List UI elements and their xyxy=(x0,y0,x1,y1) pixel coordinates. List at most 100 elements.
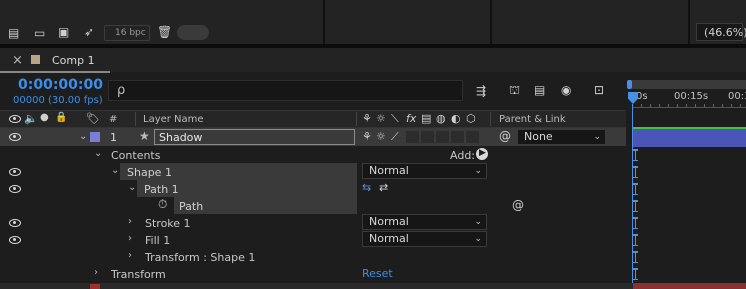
layer-label-color[interactable] xyxy=(90,132,100,142)
draft-3d-icon[interactable]: ⛫ xyxy=(509,84,520,96)
layer-search-input[interactable]: ρ xyxy=(108,80,463,101)
zoom-button[interactable]: (46.6%) xyxy=(696,23,746,41)
layer-quality-switch-icon[interactable]: ⟋ xyxy=(391,131,399,142)
timeline-keyframe-marker xyxy=(633,183,640,195)
collapse-switch-icon[interactable]: ☼ xyxy=(376,113,386,124)
path-label: Path xyxy=(179,200,204,213)
video-column-icon[interactable] xyxy=(9,115,21,123)
close-tab-icon[interactable]: × xyxy=(12,54,23,67)
label-column-icon[interactable]: 🏷 xyxy=(86,113,100,124)
shape1-blend-mode[interactable]: Normal ⌄ xyxy=(362,163,487,179)
timecode-display[interactable]: 0:00:00:00 xyxy=(18,78,103,92)
zoom-label: (46.6%) xyxy=(704,26,746,39)
frame-blend-switch-icon[interactable]: ▤ xyxy=(421,113,431,124)
add-content-button[interactable]: ▶ xyxy=(476,148,488,160)
panel-divider xyxy=(323,0,325,44)
fill1-visibility-eye-icon[interactable] xyxy=(9,236,21,244)
path-pick-whip-icon[interactable]: @ xyxy=(512,199,524,211)
parent-link-column-header[interactable]: Parent & Link xyxy=(499,115,566,125)
pick-whip-icon[interactable]: @ xyxy=(499,130,511,142)
dropdown-arrow-icon: ⌄ xyxy=(474,166,482,176)
layer-duration-bar[interactable] xyxy=(633,127,746,147)
effects-switch-icon[interactable]: fx xyxy=(406,113,416,124)
timeline-keyframe-marker xyxy=(633,268,640,280)
stroke1-blend-mode[interactable]: Normal ⌄ xyxy=(362,214,487,230)
add-label: Add: xyxy=(450,149,476,162)
path-direction-icon[interactable]: ⇆ xyxy=(362,182,371,193)
quality-switch-icon[interactable]: ⟍ xyxy=(391,113,399,124)
dropdown-arrow-icon: ⌄ xyxy=(474,234,482,244)
shape1-label: Shape 1 xyxy=(127,166,172,179)
ruler-ticks xyxy=(632,104,746,108)
fill1-label: Fill 1 xyxy=(145,234,171,247)
header-divider xyxy=(356,112,357,126)
contents-chevron-icon[interactable]: ⌄ xyxy=(94,149,102,159)
audio-column-icon[interactable]: 🔈 xyxy=(24,113,38,124)
bpc-button[interactable]: 16 bpc xyxy=(104,25,150,41)
3d-layer-switch-icon[interactable]: ⬡ xyxy=(466,113,476,124)
work-area-bar[interactable] xyxy=(628,80,746,89)
fill1-blend-mode[interactable]: Normal ⌄ xyxy=(362,231,487,247)
timeline-keyframe-marker xyxy=(633,200,640,212)
parent-dropdown[interactable]: None ⌄ xyxy=(517,129,606,145)
shy-layers-icon[interactable]: ▤ xyxy=(534,84,545,96)
fill1-chevron-icon[interactable]: › xyxy=(128,234,132,244)
shape-layer-star-icon: ★ xyxy=(139,129,150,143)
playhead[interactable] xyxy=(628,92,638,104)
tab-comp-1[interactable]: Comp 1 xyxy=(52,55,95,66)
new-composition-icon[interactable]: ▣ xyxy=(58,26,69,38)
transform-shape-chevron-icon[interactable]: › xyxy=(128,251,132,261)
reset-link[interactable]: Reset xyxy=(362,268,393,279)
shy-switch-icon[interactable]: ⚘ xyxy=(362,113,372,124)
timeline-keyframe-marker xyxy=(633,234,640,246)
timeline-keyframe-marker xyxy=(633,166,640,178)
motion-blur-switch-icon[interactable]: ◍ xyxy=(436,113,446,124)
dropdown-arrow-icon: ⌄ xyxy=(593,132,601,142)
timeline-keyframe-marker xyxy=(633,251,640,263)
stopwatch-icon[interactable]: ⏱ xyxy=(158,198,167,210)
interpret-footage-icon[interactable]: ▤ xyxy=(8,27,19,39)
layer-name-column-header[interactable]: Layer Name xyxy=(143,115,204,125)
search-icon: ρ xyxy=(117,83,126,98)
next-layer-label-color xyxy=(90,284,100,289)
header-divider xyxy=(135,112,136,126)
next-layer-bar xyxy=(633,283,746,289)
adjustment-switch-icon[interactable]: ◐ xyxy=(451,113,461,124)
path1-visibility-eye-icon[interactable] xyxy=(9,185,21,193)
lock-column-icon[interactable]: 🔒 xyxy=(55,113,67,123)
play-icon: ▶ xyxy=(479,148,486,158)
comp-mini-flowchart-icon[interactable]: ⇶ xyxy=(476,85,486,97)
render-icon[interactable]: ➶ xyxy=(84,26,94,38)
shape1-chevron-icon[interactable]: ⌄ xyxy=(111,166,119,176)
work-area-start[interactable] xyxy=(627,80,632,89)
frame-blending-icon[interactable]: ◉ xyxy=(561,84,571,96)
path-direction-reverse-icon[interactable]: ⇄ xyxy=(379,182,388,193)
stroke1-label: Stroke 1 xyxy=(145,217,191,230)
path1-chevron-icon[interactable]: ⌄ xyxy=(128,183,136,193)
path1-label: Path 1 xyxy=(144,183,179,196)
layer-switch-boxes[interactable] xyxy=(406,131,481,143)
layer-visibility-eye-icon[interactable] xyxy=(9,133,21,141)
shape1-visibility-eye-icon[interactable] xyxy=(9,168,21,176)
panel-divider xyxy=(688,0,690,44)
trash-icon[interactable]: 🗑 xyxy=(157,26,172,38)
panel-scrollbar[interactable] xyxy=(177,25,209,40)
stroke1-blend-value: Normal xyxy=(369,215,409,228)
transform-label: Transform xyxy=(111,268,166,281)
layer-shy-switch-icon[interactable]: ⚘ xyxy=(362,131,372,142)
layer-expand-chevron-icon[interactable]: ⌄ xyxy=(79,132,87,142)
solo-column-icon[interactable]: ● xyxy=(40,113,49,123)
layer-collapse-switch-icon[interactable]: ☼ xyxy=(376,131,386,142)
timeline-keyframe-marker xyxy=(633,149,640,161)
comp-color-swatch xyxy=(31,55,40,64)
transform-chevron-icon[interactable]: › xyxy=(94,268,98,278)
layer-name-field[interactable]: Shadow xyxy=(154,129,355,145)
graph-editor-icon[interactable]: ⊡ xyxy=(594,84,604,96)
number-column-header[interactable]: # xyxy=(109,115,117,125)
parent-dropdown-value: None xyxy=(524,130,553,143)
contents-label: Contents xyxy=(111,149,161,162)
header-divider xyxy=(490,112,491,126)
stroke1-chevron-icon[interactable]: › xyxy=(128,217,132,227)
stroke1-visibility-eye-icon[interactable] xyxy=(9,219,21,227)
new-folder-icon[interactable]: ▭ xyxy=(34,27,45,39)
